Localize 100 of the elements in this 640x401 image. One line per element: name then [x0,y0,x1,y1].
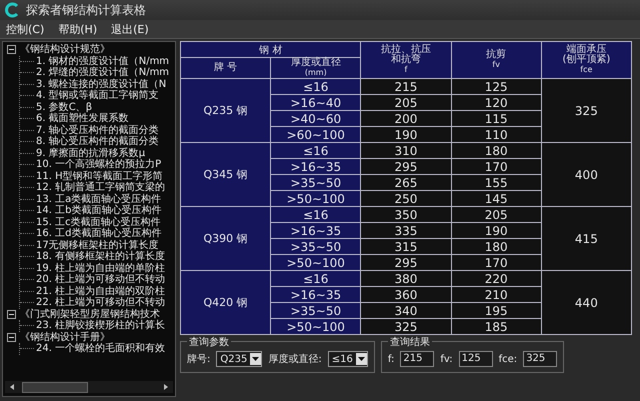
table-cell: Q420 钢 [180,270,271,334]
table-cell: 180 [451,142,542,158]
window-title: 探索者钢结构计算表格 [26,2,146,18]
tree-item[interactable]: 6. 截面塑性发展系数 [36,113,129,124]
table-cell: 205 [360,94,452,110]
table-cell: 315 [360,238,452,254]
table-cell: 115 [451,110,542,126]
field-label: f: [388,354,394,364]
field-label: fv: [440,354,453,364]
table-cell: >35~50 [270,302,361,318]
tree-item[interactable]: 15. 工c类截面轴心受压构件 [36,216,161,228]
table-cell: >35~50 [270,174,361,190]
group-title: 查询结果 [388,335,432,349]
table-cell: 335 [360,222,452,238]
tree-item[interactable]: 9. 摩擦面的抗滑移系数μ [36,148,146,159]
tree-item[interactable]: 23. 柱脚铰接楔形柱的计算长 [36,320,166,332]
table-cell: >35~50 [270,238,361,254]
tree-item[interactable]: 5. 参数C、β [36,102,92,113]
table-cell: >60~100 [270,126,361,142]
menu-item[interactable]: 帮助(H) [58,22,98,36]
table-cell: 195 [451,302,542,318]
collapse-icon[interactable] [7,332,16,342]
table-cell: 415 [541,206,632,270]
header-cell: 钢 材 [180,42,361,58]
table-cell: 215 [360,78,452,94]
table-cell: 190 [360,126,452,142]
table-cell: 170 [451,254,542,270]
table-cell: 250 [360,190,452,206]
tree-item[interactable]: 8. 轴心受压构件的截面分类 [36,136,159,148]
table-cell: 360 [360,286,452,302]
tree-item[interactable]: 7. 轴心受压构件的截面分类 [36,124,159,136]
table-cell: 325 [360,318,452,334]
dropdown[interactable]: ≤16 [328,351,368,367]
table-cell: >50~100 [270,190,361,206]
table-cell: >40~60 [270,110,361,126]
table-cell: >50~100 [270,254,361,270]
right-arrow-icon[interactable] [162,383,170,391]
tree-item[interactable]: 21. 柱上端为自由端的双阶柱 [36,286,166,297]
table-cell: ≤16 [270,142,361,158]
tree-item[interactable]: 1. 钢材的强度设计值（N/mm [36,56,170,67]
tree-item[interactable]: 17无侧移框架柱的计算长度 [36,240,159,251]
menu-item[interactable]: 退出(E) [111,22,149,36]
tree-item[interactable]: 《钢结构设计规范》 [20,44,110,56]
tree-item[interactable]: 13. 工a类截面轴心受压构件 [36,194,162,205]
result-field[interactable]: 215 [400,351,434,367]
tree-item[interactable]: 《门式刚架轻型房屋钢结构技术 [20,308,160,320]
collapse-icon[interactable] [7,310,16,319]
tree-item[interactable]: 12. 轧制普通工字钢简支梁的 [36,182,166,194]
header-label: 抗剪 [486,50,506,60]
table-cell: Q390 钢 [180,206,271,270]
dropdown[interactable]: Q235 [216,351,262,367]
dropdown-arrow-icon[interactable] [252,357,260,361]
table-cell: 120 [451,94,542,110]
table-cell: Q345 钢 [180,142,271,206]
table-cell: ≤16 [270,206,361,222]
table-cell: >50~100 [270,318,361,334]
table-cell: 155 [451,174,542,190]
table-cell: 310 [360,142,452,158]
horizontal-scrollbar[interactable] [5,381,173,393]
tree-item[interactable]: 11. H型钢和等截面工字形简 [36,170,163,182]
table-cell: >16~35 [270,222,361,238]
group-title: 查询参数 [187,335,231,349]
result-field[interactable]: 125 [458,351,493,367]
tree-item[interactable]: 2. 焊缝的强度设计值（N/mm [36,67,170,78]
tree-item[interactable]: 4. 型钢或等截面工字钢简支 [36,90,159,102]
header-label: 厚度或直径 [290,58,341,68]
header-label: 牌 号 [214,63,238,73]
tree-item[interactable]: 16. 工d类截面轴心受压构件 [36,228,162,240]
header-unit: fv [492,60,500,70]
scroll-thumb[interactable] [22,382,88,392]
tree-item[interactable]: 22. 柱上端为可移动但不转动 [36,297,166,308]
table-cell: >16~40 [270,94,361,110]
table-cell: 340 [360,302,452,318]
field-label: fce: [498,354,518,364]
table-cell: 200 [360,110,452,126]
table-cell: 295 [360,158,452,174]
tree-item[interactable]: 18. 有侧移框架柱的计算长度 [36,251,166,262]
table-cell: >16~35 [270,158,361,174]
tree-item[interactable]: 10. 一个高强螺栓的预拉力P [36,159,162,170]
table-cell: 180 [451,238,542,254]
table-cell: 400 [541,142,632,206]
table-cell: 190 [451,222,542,238]
tree-item[interactable]: 19. 柱上端为自由端的单阶柱 [36,262,166,274]
table-cell: 295 [360,254,452,270]
collapse-icon[interactable] [7,45,16,54]
dropdown-arrow-icon[interactable] [358,357,365,361]
table-cell: 125 [451,78,542,94]
tree-item[interactable]: 24. 一个螺栓的毛面积和有效 [36,343,166,354]
tree-item[interactable]: 《钢结构设计手册》 [20,332,110,343]
tree-item[interactable]: 20. 柱上端为可移动但不转动 [36,274,166,286]
left-arrow-icon[interactable] [8,383,16,391]
field-label: 厚度或直径: [268,352,322,366]
header-label: 和抗弯 [390,55,421,65]
table-cell: 220 [451,270,542,286]
header-label: (刨平顶紧) [562,55,610,65]
tree-item[interactable]: 14. 工b类截面轴心受压构件 [36,205,162,216]
menu-item[interactable]: 控制(C) [6,22,44,36]
table-cell: 380 [360,270,452,286]
tree-item[interactable]: 3. 螺栓连接的强度设计值（N [36,78,166,90]
result-field[interactable]: 325 [523,351,558,367]
